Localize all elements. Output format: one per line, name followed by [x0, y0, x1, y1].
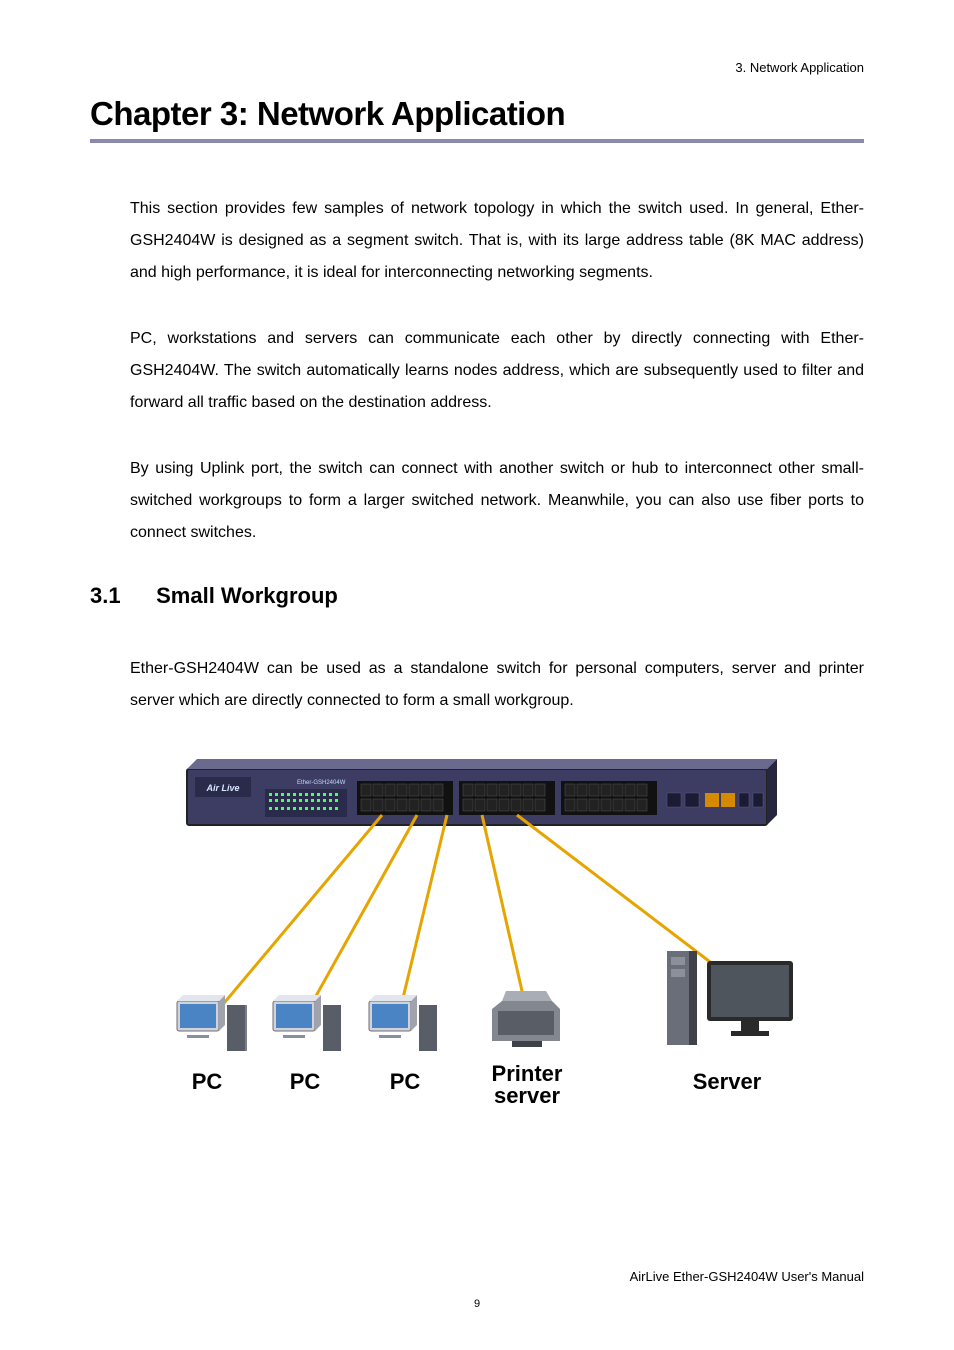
switch-port-group-2: [459, 781, 555, 815]
topology-svg: Air Live Ether-GSH2404W: [157, 751, 797, 1131]
footer-manual-title: AirLive Ether-GSH2404W User's Manual: [90, 1269, 864, 1284]
section-heading: 3.1 Small Workgroup: [90, 583, 864, 609]
section-number: 3.1: [90, 583, 150, 609]
topology-figure: Air Live Ether-GSH2404W: [90, 751, 864, 1136]
intro-paragraph-2: PC, workstations and servers can communi…: [130, 323, 864, 419]
pc2-label: PC: [290, 1069, 321, 1094]
running-header: 3. Network Application: [90, 60, 864, 75]
intro-paragraph-1: This section provides few samples of net…: [130, 193, 864, 289]
chapter-title: Chapter 3: Network Application: [90, 95, 864, 133]
server-icon: [667, 951, 793, 1045]
switch-port-group-1: [357, 781, 455, 815]
printer-icon: [492, 991, 560, 1047]
page-footer: AirLive Ether-GSH2404W User's Manual 9: [90, 1269, 864, 1310]
server-label: Server: [693, 1069, 762, 1094]
switch-port-group-3: [561, 781, 657, 815]
switch-model-label: Ether-GSH2404W: [297, 780, 346, 786]
section-paragraph-1: Ether-GSH2404W can be used as a standalo…: [130, 653, 864, 717]
switch-brand-label: Air Live: [205, 783, 239, 793]
printer-label-2: server: [494, 1083, 561, 1108]
pc3-label: PC: [390, 1069, 421, 1094]
cables: [209, 815, 722, 1023]
pc-icon: [177, 995, 437, 1051]
pc1-label: PC: [192, 1069, 223, 1094]
footer-page-number: 9: [90, 1298, 864, 1310]
intro-paragraph-3: By using Uplink port, the switch can con…: [130, 453, 864, 549]
title-rule: [90, 139, 864, 143]
section-title: Small Workgroup: [156, 583, 338, 608]
